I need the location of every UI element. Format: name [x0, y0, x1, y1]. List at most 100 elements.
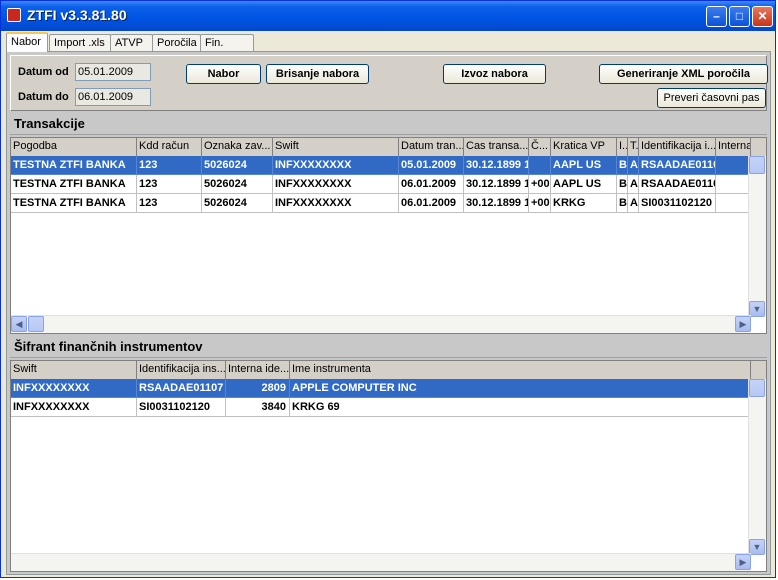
scroll-thumb[interactable] [28, 316, 44, 332]
transactions-hscrollbar[interactable]: ◀ ▶ [11, 315, 751, 333]
cell-identifikacija: RSAADAE0110 [639, 175, 716, 194]
tab-import-xls[interactable]: Import .xls [49, 34, 111, 51]
cell-kdd: 123 [137, 194, 202, 213]
cell-swift: INFXXXXXXXX [273, 175, 399, 194]
table-row[interactable]: INFXXXXXXXX RSAADAE01107 2809 APPLE COMP… [11, 379, 766, 398]
cell-interna [716, 194, 751, 213]
cell-pogodba: TESTNA ZTFI BANKA [11, 156, 137, 175]
generiranje-xml-button[interactable]: Generiranje XML poročila [599, 64, 768, 84]
cell-kdd: 123 [137, 175, 202, 194]
main-window: ZTFI v3.3.81.80 – □ ✕ Nabor Import .xls … [0, 0, 776, 578]
app-icon [7, 8, 21, 22]
date-from-label: Datum od [18, 66, 69, 78]
transactions-header: Pogodba Kdd račun Oznaka zav... Swift Da… [11, 138, 766, 157]
cell-pogodba: TESTNA ZTFI BANKA [11, 194, 137, 213]
cell-swift: INFXXXXXXXX [273, 194, 399, 213]
scroll-thumb[interactable] [749, 156, 765, 174]
tab-page: Datum od 05.01.2009 Datum do 06.01.2009 … [6, 51, 771, 575]
table-row[interactable]: TESTNA ZTFI BANKA 123 5026024 INFXXXXXXX… [11, 194, 766, 213]
title-bar[interactable]: ZTFI v3.3.81.80 – □ ✕ [1, 1, 775, 31]
izvoz-nabora-button[interactable]: Izvoz nabora [443, 64, 546, 84]
scroll-down-icon[interactable]: ▼ [749, 301, 765, 317]
col-pogodba[interactable]: Pogodba [11, 138, 137, 156]
maximize-icon: □ [735, 9, 744, 23]
cell-i: B [617, 156, 628, 175]
date-from-field[interactable]: 05.01.2009 [75, 63, 151, 81]
cell-kratica: AAPL US [551, 175, 617, 194]
cell-datum: 05.01.2009 [399, 156, 464, 175]
cell-oznaka: 5026024 [202, 156, 273, 175]
cell-oznaka: 5026024 [202, 194, 273, 213]
cell-c: +00 [529, 175, 551, 194]
window-title: ZTFI v3.3.81.80 [27, 7, 127, 23]
col-interna[interactable]: Interna [716, 138, 751, 156]
col-i[interactable]: I... [617, 138, 628, 156]
col-cas[interactable]: Cas transa... [464, 138, 529, 156]
cell-oznaka: 5026024 [202, 175, 273, 194]
minimize-icon: – [713, 9, 720, 23]
col-kdd-racun[interactable]: Kdd račun [137, 138, 202, 156]
instruments-grid[interactable]: Swift Identifikacija ins... Interna ide.… [10, 360, 767, 572]
cell-interna-id: 2809 [226, 379, 290, 398]
cell-swift: INFXXXXXXXX [273, 156, 399, 175]
cell-ime: KRKG 69 [290, 398, 751, 417]
col-ime-instrumenta[interactable]: Ime instrumenta [290, 361, 751, 379]
col-kratica[interactable]: Kratica VP [551, 138, 617, 156]
cell-c [529, 156, 551, 175]
col-identifikacija[interactable]: Identifikacija i... [639, 138, 716, 156]
close-button[interactable]: ✕ [752, 6, 773, 27]
cell-identifikacija: SI0031102120 [137, 398, 226, 417]
cell-interna-id: 3840 [226, 398, 290, 417]
tab-porocila[interactable]: Poročila [152, 34, 201, 51]
cell-interna [716, 175, 751, 194]
cell-cas: 30.12.1899 1 [464, 156, 529, 175]
cell-identifikacija: RSAADAE0110 [639, 156, 716, 175]
cell-pogodba: TESTNA ZTFI BANKA [11, 175, 137, 194]
cell-datum: 06.01.2009 [399, 194, 464, 213]
brisanje-nabora-button[interactable]: Brisanje nabora [266, 64, 369, 84]
nabor-button[interactable]: Nabor [186, 64, 261, 84]
col-swift[interactable]: Swift [11, 361, 137, 379]
cell-interna [716, 156, 751, 175]
date-to-field[interactable]: 06.01.2009 [75, 88, 151, 106]
instruments-vscrollbar[interactable]: ▼ [748, 379, 766, 555]
cell-i: B [617, 175, 628, 194]
col-identifikacija[interactable]: Identifikacija ins... [137, 361, 226, 379]
cell-datum: 06.01.2009 [399, 175, 464, 194]
col-interna-id[interactable]: Interna ide... [226, 361, 290, 379]
col-t[interactable]: T... [628, 138, 639, 156]
tab-fin-instr[interactable]: Fin. instr. [200, 34, 254, 65]
scroll-right-icon[interactable]: ▶ [735, 554, 751, 570]
scroll-down-icon[interactable]: ▼ [749, 539, 765, 555]
filter-toolbar: Datum od 05.01.2009 Datum do 06.01.2009 … [10, 55, 768, 111]
tab-atvp[interactable]: ATVP [110, 34, 153, 51]
cell-kratica: KRKG [551, 194, 617, 213]
maximize-button[interactable]: □ [729, 6, 750, 27]
tab-nabor[interactable]: Nabor [6, 32, 48, 52]
cell-cas: 30.12.1899 1 [464, 175, 529, 194]
transactions-grid[interactable]: Pogodba Kdd račun Oznaka zav... Swift Da… [10, 137, 767, 334]
cell-identifikacija: SI0031102120 [639, 194, 716, 213]
cell-i: B [617, 194, 628, 213]
col-swift[interactable]: Swift [273, 138, 399, 156]
table-row[interactable]: TESTNA ZTFI BANKA 123 5026024 INFXXXXXXX… [11, 175, 766, 194]
cell-kdd: 123 [137, 156, 202, 175]
preveri-casovni-pas-button[interactable]: Preveri časovni pas [657, 88, 766, 108]
table-row[interactable]: INFXXXXXXXX SI0031102120 3840 KRKG 69 [11, 398, 766, 417]
cell-t: A [628, 175, 639, 194]
cell-ime: APPLE COMPUTER INC [290, 379, 751, 398]
instruments-hscrollbar[interactable]: ▶ [11, 553, 751, 571]
scroll-right-icon[interactable]: ▶ [735, 316, 751, 332]
scroll-left-icon[interactable]: ◀ [11, 316, 27, 332]
close-icon: ✕ [757, 9, 768, 23]
instruments-title: Šifrant finančnih instrumentov [10, 336, 767, 358]
table-row[interactable]: TESTNA ZTFI BANKA 123 5026024 INFXXXXXXX… [11, 156, 766, 175]
transactions-vscrollbar[interactable]: ▼ [748, 156, 766, 317]
col-c[interactable]: Č... [529, 138, 551, 156]
minimize-button[interactable]: – [706, 6, 727, 27]
instruments-header: Swift Identifikacija ins... Interna ide.… [11, 361, 766, 380]
col-oznaka[interactable]: Oznaka zav... [202, 138, 273, 156]
col-datum[interactable]: Datum tran... [399, 138, 464, 156]
date-to-label: Datum do [18, 91, 69, 103]
scroll-thumb[interactable] [749, 379, 765, 397]
